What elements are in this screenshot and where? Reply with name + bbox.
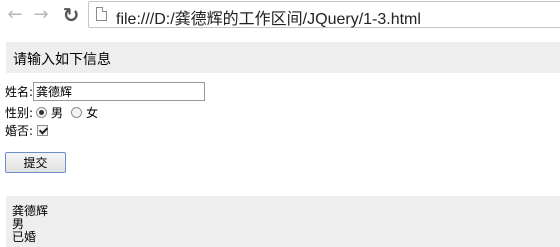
name-label: 姓名: [5, 85, 34, 99]
banner-title: 请输入如下信息 [13, 52, 111, 68]
name-input[interactable] [33, 82, 206, 101]
arrow-right-icon: → [33, 4, 49, 25]
page-content: 请输入如下信息 姓名: 性别: 男 女 婚否: 提交 龚德辉 男 已婚 [0, 30, 560, 247]
file-page-icon [96, 7, 107, 21]
gender-row: 性别: 男 女 [5, 104, 98, 121]
back-button[interactable]: ← [4, 4, 26, 26]
submit-button[interactable]: 提交 [5, 152, 66, 173]
url-text[interactable]: file:///D:/龚德辉的工作区间/JQuery/1-3.html [116, 5, 421, 29]
forward-button[interactable]: → [30, 4, 52, 26]
output-married: 已婚 [12, 230, 37, 244]
browser-toolbar: ← → ↻ file:///D:/龚德辉的工作区间/JQuery/1-3.htm… [0, 0, 560, 30]
output-panel: 龚德辉 男 已婚 [6, 196, 560, 247]
married-label: 婚否: [5, 124, 34, 138]
gender-male-radio[interactable] [36, 107, 48, 118]
gender-label: 性别: [5, 106, 34, 120]
gender-female-radio[interactable] [71, 107, 83, 118]
name-row: 姓名: [5, 82, 206, 101]
reload-button[interactable]: ↻ [60, 4, 82, 26]
gender-female-label: 女 [86, 106, 99, 120]
married-checkbox[interactable] [37, 125, 49, 136]
gender-male-label: 男 [51, 106, 64, 120]
reload-icon: ↻ [62, 3, 80, 27]
address-bar[interactable]: file:///D:/龚德辉的工作区间/JQuery/1-3.html [88, 1, 560, 28]
married-row: 婚否: [5, 122, 49, 139]
arrow-left-icon: ← [7, 4, 23, 25]
info-banner: 请输入如下信息 [6, 42, 560, 73]
